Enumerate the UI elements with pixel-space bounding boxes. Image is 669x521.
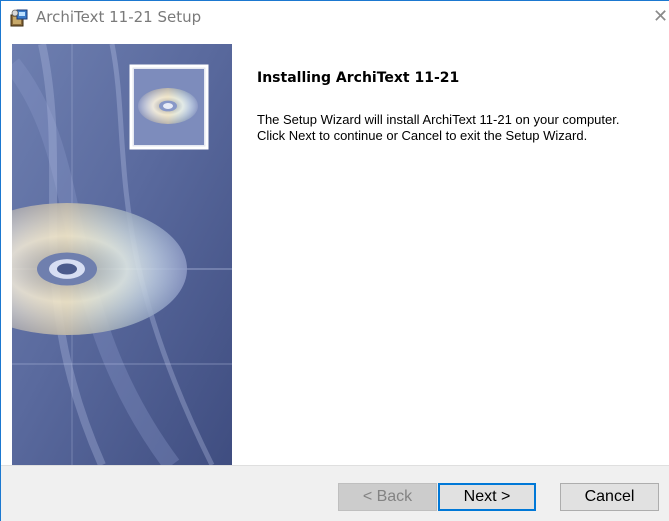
description-text: The Setup Wizard will install ArchiText … [257,112,657,144]
content-panel: Installing ArchiText 11-21 The Setup Wiz… [232,44,669,465]
setup-package-icon [10,9,28,27]
close-button[interactable]: ✕ [653,1,669,33]
setup-banner-image [12,44,232,465]
cancel-button[interactable]: Cancel [560,483,659,511]
button-bar: < Back Next > Cancel [1,465,669,521]
page-title: Installing ArchiText 11-21 [257,70,460,86]
description-line: The Setup Wizard will install ArchiText … [257,112,620,127]
back-button[interactable]: < Back [338,483,437,511]
cd-disc-icon [138,88,198,124]
close-icon: ✕ [653,6,669,27]
window-title: ArchiText 11-21 Setup [36,8,202,26]
title-bar[interactable]: ArchiText 11-21 Setup ✕ [1,1,669,33]
description-line: Click Next to continue or Cancel to exit… [257,128,588,143]
next-button[interactable]: Next > [438,483,536,511]
setup-window: ArchiText 11-21 Setup ✕ Installing Archi… [0,0,669,521]
